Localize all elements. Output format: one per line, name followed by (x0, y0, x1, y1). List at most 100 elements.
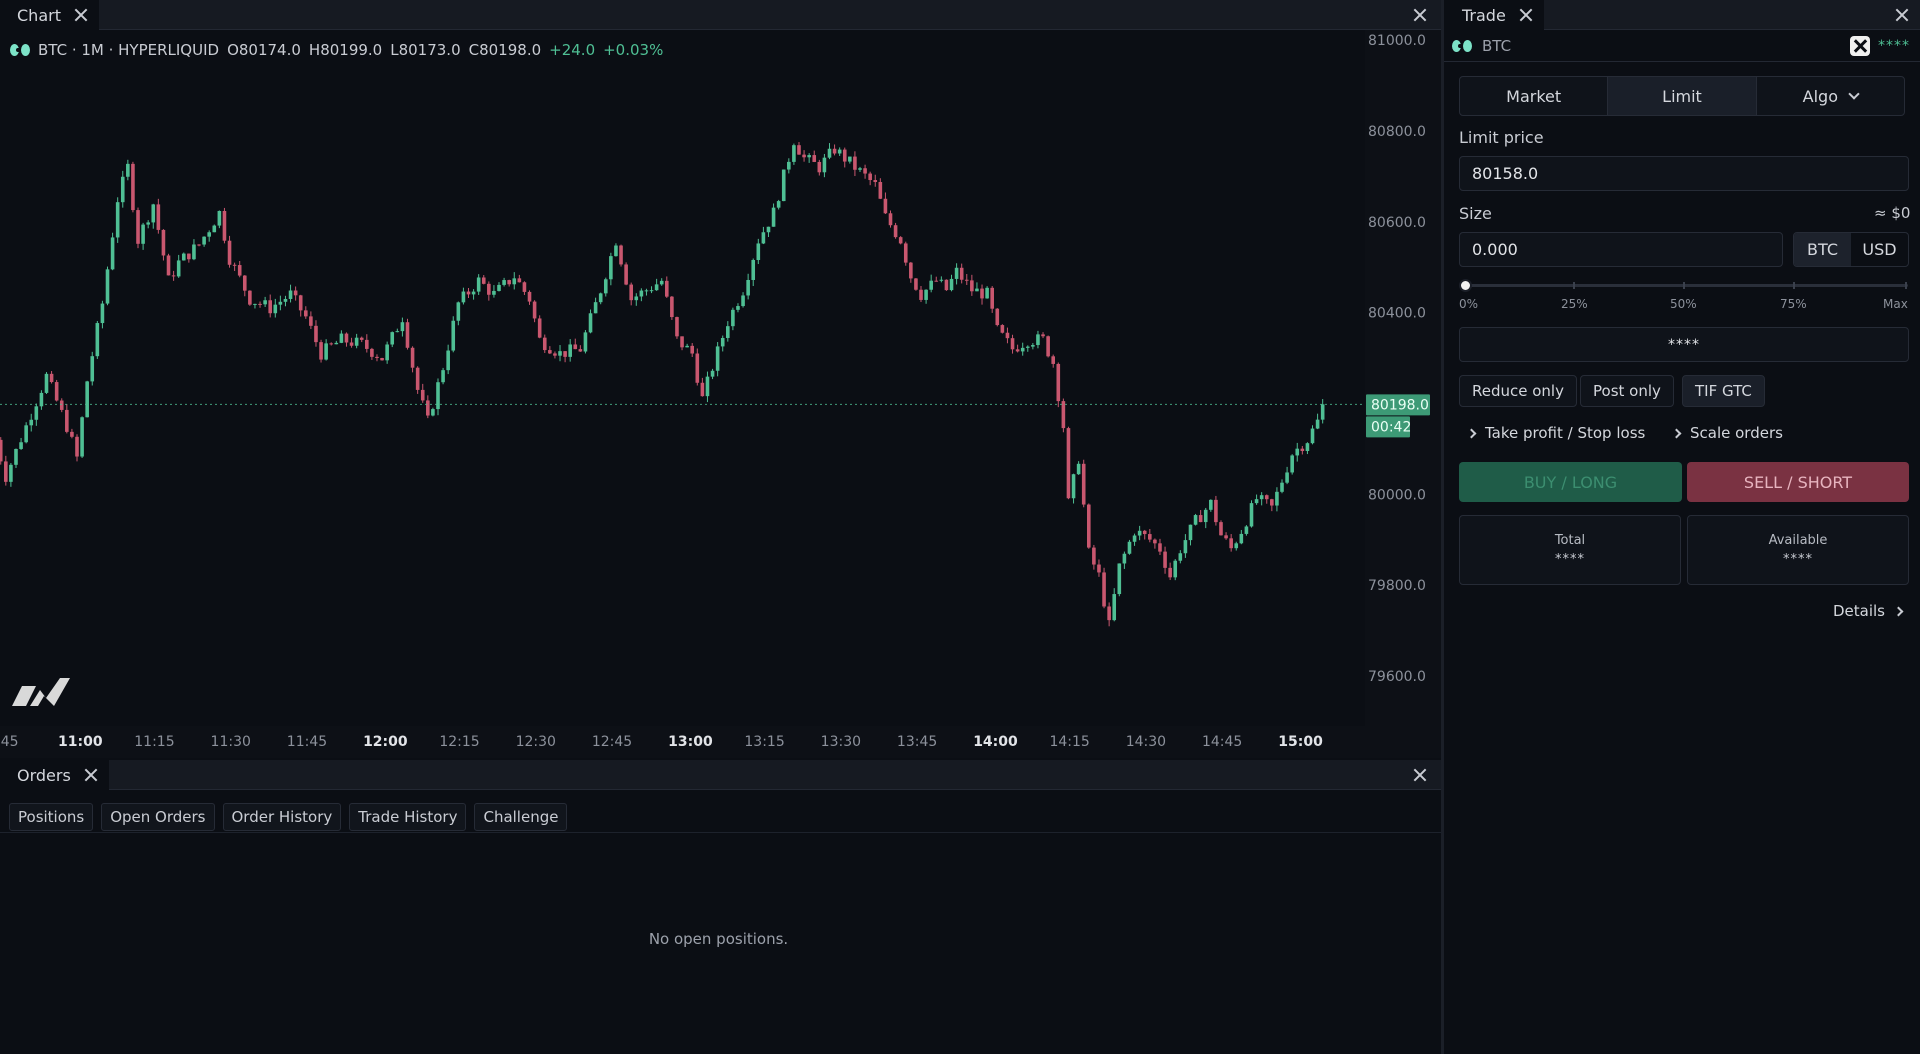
candle-body (1000, 325, 1005, 333)
order-type-algo-dropdown[interactable]: Algo (1757, 77, 1904, 115)
available-card: Available **** (1687, 515, 1909, 585)
tab-trade-history[interactable]: Trade History (349, 803, 467, 831)
chart-tab[interactable]: Chart (0, 0, 99, 30)
candle-body (664, 280, 669, 297)
close-orders-tab-icon[interactable] (83, 767, 99, 783)
candle-body (563, 351, 567, 357)
size-unit-usd[interactable]: USD (1851, 233, 1908, 266)
orders-tab[interactable]: Orders (0, 760, 109, 790)
candle-body (517, 278, 522, 283)
slider-label-25: 25% (1561, 297, 1588, 311)
candle-body (385, 344, 389, 361)
scale-orders-expander[interactable]: Scale orders (1671, 424, 1783, 442)
candle-body (85, 381, 89, 418)
candle-body (781, 169, 786, 202)
candle-body (441, 370, 445, 383)
candle-body (1229, 538, 1233, 549)
candle-body (395, 331, 400, 333)
tradingview-logo-icon[interactable] (10, 672, 74, 708)
candle-body (751, 260, 756, 280)
close-trade-tab-icon[interactable] (1518, 7, 1534, 23)
candle-body (858, 168, 862, 170)
candle-body (1214, 499, 1218, 523)
trade-tab[interactable]: Trade (1444, 0, 1544, 30)
candle-body (273, 304, 278, 314)
candle-body (959, 267, 964, 280)
candle-body (34, 406, 39, 420)
sell-short-button[interactable]: SELL / SHORT (1687, 462, 1909, 502)
size-input[interactable]: 0.000 (1459, 232, 1783, 267)
candle-body (822, 157, 827, 173)
orders-panel-header: Orders (0, 760, 1441, 790)
candle-body (507, 280, 511, 285)
tab-challenge[interactable]: Challenge (474, 803, 568, 831)
tif-gtc-toggle[interactable]: TIF GTC (1682, 375, 1765, 407)
account-indicator[interactable]: **** (1850, 35, 1910, 56)
tab-open-orders[interactable]: Open Orders (101, 803, 215, 831)
candle-body (100, 303, 105, 324)
time-tick-label: 14:30 (1126, 734, 1166, 750)
candle-body (680, 336, 684, 348)
chart-area[interactable]: 79600.079800.080000.080200.080400.080600… (0, 30, 1441, 758)
candle-body (400, 322, 405, 332)
order-type-limit[interactable]: Limit (1608, 77, 1757, 115)
candle-body (568, 344, 572, 357)
candle-body (1300, 448, 1305, 452)
candle-body (878, 182, 883, 199)
candle-body (1219, 522, 1223, 536)
slider-tick-25 (1573, 282, 1575, 289)
tab-positions[interactable]: Positions (9, 803, 94, 831)
tab-order-history[interactable]: Order History (222, 803, 342, 831)
orders-tab-label: Orders (17, 765, 71, 785)
candle-body (944, 279, 949, 291)
candle-body (19, 442, 23, 449)
candle-body (446, 350, 450, 371)
candle-body (837, 149, 842, 154)
candle-body (59, 400, 64, 410)
candle-body (644, 290, 649, 292)
close-chart-panel-icon[interactable] (1412, 7, 1428, 23)
candle-body (90, 356, 95, 382)
candle-body (802, 154, 806, 158)
candle-body (527, 291, 532, 302)
close-chart-tab-icon[interactable] (73, 7, 89, 23)
candle-body (934, 280, 939, 282)
candle-body (461, 291, 466, 303)
post-only-toggle[interactable]: Post only (1580, 375, 1674, 407)
details-link[interactable]: Details (1833, 602, 1904, 620)
close-orders-panel-icon[interactable] (1412, 767, 1428, 783)
candle-body (1142, 530, 1147, 535)
close-trade-panel-icon[interactable] (1894, 7, 1910, 23)
candle-body (1209, 499, 1213, 510)
orders-divider (0, 832, 1441, 833)
order-type-market[interactable]: Market (1460, 77, 1609, 115)
candle-body (832, 148, 837, 154)
candle-body (1137, 530, 1142, 536)
candle-body (1280, 482, 1284, 492)
size-unit-btc[interactable]: BTC (1794, 233, 1851, 266)
candle-body (4, 461, 8, 482)
candle-body (349, 342, 354, 346)
chevron-right-icon (1466, 428, 1477, 438)
time-tick-label: 12:15 (439, 734, 479, 750)
limit-price-input[interactable]: 80158.0 (1459, 156, 1909, 191)
legend-high: H80199.0 (308, 41, 383, 59)
tp-sl-expander[interactable]: Take profit / Stop loss (1466, 424, 1645, 442)
candle-body (1071, 474, 1076, 499)
masked-field[interactable]: **** (1459, 327, 1909, 362)
order-type-limit-label: Limit (1662, 86, 1702, 106)
last-price-badge-label: 80198.0 (1371, 397, 1429, 413)
size-slider-handle[interactable] (1459, 279, 1472, 292)
candle-body (1036, 334, 1040, 346)
candle-body (161, 229, 166, 256)
scale-orders-label: Scale orders (1690, 424, 1783, 442)
candlestick-chart[interactable]: 79600.079800.080000.080200.080400.080600… (0, 30, 1441, 758)
buy-long-button[interactable]: BUY / LONG (1459, 462, 1682, 502)
reduce-only-toggle[interactable]: Reduce only (1459, 375, 1577, 407)
time-tick-label: 11:15 (134, 734, 174, 750)
candle-body (9, 464, 13, 482)
candle-body (288, 290, 293, 299)
candle-body (629, 284, 633, 301)
candle-body (156, 204, 161, 230)
candle-body (909, 262, 913, 279)
